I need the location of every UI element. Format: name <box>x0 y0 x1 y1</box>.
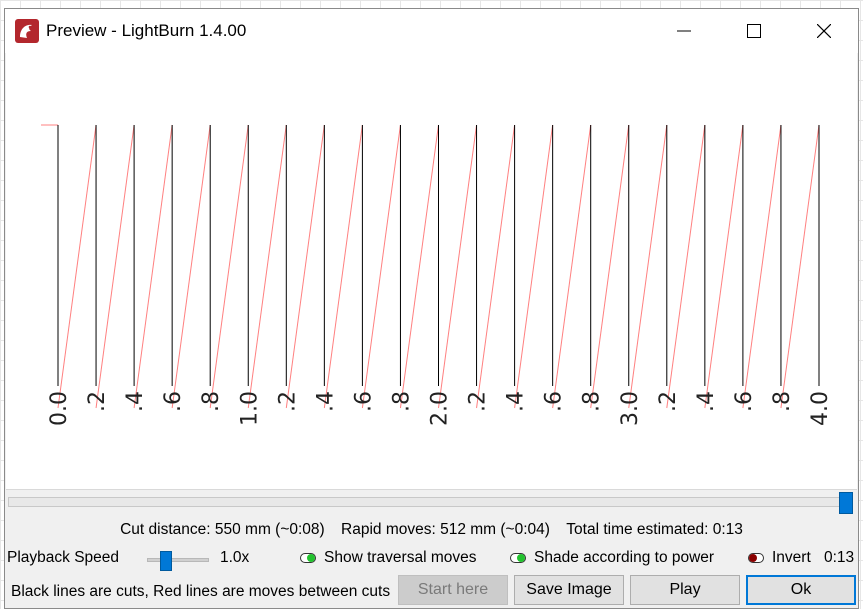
close-icon <box>817 24 831 38</box>
axis-tick-label: 2.0 <box>428 391 453 426</box>
legend-hint-text: Black lines are cuts, Red lines are move… <box>11 583 391 600</box>
footer-row: Black lines are cuts, Red lines are move… <box>5 575 860 607</box>
minimize-icon <box>677 30 691 32</box>
axis-tick-label: .6 <box>542 391 567 412</box>
axis-tick-label: .2 <box>656 391 681 412</box>
cut-distance-text: Cut distance: 550 mm (~0:08) <box>120 521 325 538</box>
toggle-knob <box>307 554 315 562</box>
toggle-knob <box>517 554 525 562</box>
job-stats: Cut distance: 550 mm (~0:08) Rapid moves… <box>5 521 858 539</box>
axis-tick-label: .4 <box>504 391 529 412</box>
preview-window: Preview - LightBurn 1.4.00 0.0 .2 .4 .6 .8 1.… <box>4 8 859 609</box>
rapid-moves-text: Rapid moves: 512 mm (~0:04) <box>341 521 550 538</box>
axis-tick-label: .4 <box>313 391 338 412</box>
traversal-move-line <box>209 124 249 409</box>
axis-tick-label: 0.0 <box>47 391 72 426</box>
playback-options-row: Playback Speed 1.0x Show traversal moves… <box>5 549 860 571</box>
save-image-button[interactable]: Save Image <box>514 575 624 605</box>
traversal-move-line <box>171 124 211 409</box>
traversal-move-line <box>133 124 173 409</box>
axis-tick-label: .2 <box>466 391 491 412</box>
axis-tick-label: .2 <box>85 391 110 412</box>
toggle-knob <box>749 554 757 562</box>
traversal-move-line <box>628 124 668 409</box>
ok-button[interactable]: Ok <box>746 575 856 605</box>
axis-tick-label: .8 <box>199 391 224 412</box>
traversal-move-line <box>704 124 744 409</box>
title-bar[interactable]: Preview - LightBurn 1.4.00 <box>5 9 858 53</box>
elapsed-time: 0:13 <box>824 549 855 566</box>
traversal-move-line <box>438 124 478 409</box>
traversal-move-line <box>361 124 401 409</box>
axis-tick-label: .6 <box>161 391 186 412</box>
playback-speed-value: 1.0x <box>220 549 250 566</box>
start-here-button[interactable]: Start here <box>398 575 508 605</box>
close-button[interactable] <box>801 9 847 53</box>
show-traversal-toggle[interactable] <box>300 553 316 563</box>
minimize-button[interactable] <box>661 9 707 53</box>
traversal-move-line <box>399 124 439 409</box>
axis-tick-label: .8 <box>770 391 795 412</box>
playback-speed-label: Playback Speed <box>7 549 120 566</box>
traversal-move-line <box>666 124 706 409</box>
show-traversal-label[interactable]: Show traversal moves <box>324 549 476 567</box>
axis-tick-label: .6 <box>732 391 757 412</box>
traversal-move-line <box>514 124 554 409</box>
play-button[interactable]: Play <box>630 575 740 605</box>
total-time-text: Total time estimated: 0:13 <box>566 521 743 538</box>
traversal-move-line <box>552 124 592 409</box>
axis-tick-label: .4 <box>694 391 719 412</box>
playback-speed-slider-track[interactable] <box>147 558 209 562</box>
shade-power-toggle[interactable] <box>510 553 526 563</box>
maximize-icon <box>747 24 761 38</box>
axis-tick-label: .8 <box>580 391 605 412</box>
traversal-move-line <box>95 124 135 409</box>
axis-tick-label: .8 <box>389 391 414 412</box>
traversal-move-line <box>780 124 820 409</box>
lightburn-logo-icon <box>15 19 39 43</box>
axis-tick-label: 1.0 <box>237 391 262 426</box>
traversal-move-line <box>742 124 782 409</box>
window-title: Preview - LightBurn 1.4.00 <box>46 21 247 40</box>
axis-tick-label: .6 <box>351 391 376 412</box>
axis-tick-label: 3.0 <box>618 391 643 426</box>
invert-label[interactable]: Invert <box>772 549 811 567</box>
timeline-slider-handle[interactable] <box>839 492 853 514</box>
shade-power-label[interactable]: Shade according to power <box>534 549 714 567</box>
traversal-move-line <box>57 124 97 409</box>
axis-tick-label: 4.0 <box>808 391 833 426</box>
preview-canvas[interactable]: 0.0 .2 .4 .6 .8 1.0 .2 .4 .6 .8 2.0 .2 .4 .6 .8 3.0 .2 .4… <box>6 53 857 490</box>
axis-tick-label: .2 <box>275 391 300 412</box>
invert-toggle[interactable] <box>748 553 764 563</box>
preview-drawing: 0.0 .2 .4 .6 .8 1.0 .2 .4 .6 .8 2.0 .2 .4 .6 .8 3.0 .2 .4… <box>41 124 833 426</box>
maximize-button[interactable] <box>731 9 777 53</box>
traversal-move-line <box>323 124 363 409</box>
traversal-move-line <box>247 124 287 409</box>
traversal-move-line <box>476 124 516 409</box>
playback-speed-slider-handle[interactable] <box>159 551 172 571</box>
traversal-move-line <box>285 124 325 409</box>
axis-tick-label: .4 <box>123 391 148 412</box>
traversal-move-line <box>590 124 630 409</box>
timeline-slider-track[interactable] <box>8 497 853 507</box>
